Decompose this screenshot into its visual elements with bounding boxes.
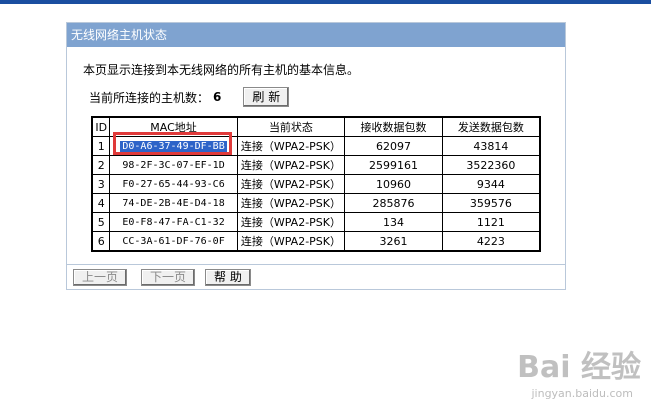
cell-id: 2: [91, 155, 111, 175]
table-row: 6 CC-3A-61-DF-76-0F 连接（WPA2-PSK） 3261 42…: [91, 231, 541, 252]
host-count-row: 当前所连接的主机数： 6 刷 新: [89, 87, 290, 107]
cell-status: 连接（WPA2-PSK）: [236, 155, 346, 175]
cell-id: 1: [91, 136, 111, 156]
cell-tx: 9344: [441, 174, 541, 194]
cell-tx: 1121: [441, 212, 541, 232]
column-header-mac: MAC地址: [109, 116, 238, 137]
table-header-row: ID MAC地址 当前状态 接收数据包数 发送数据包数: [91, 116, 541, 137]
cell-rx: 3261: [344, 231, 443, 252]
help-button[interactable]: 帮 助: [205, 269, 251, 286]
next-page-button[interactable]: 下一页: [141, 269, 196, 286]
cell-id: 3: [91, 174, 111, 194]
watermark-logo: Bai 经验: [517, 350, 641, 385]
cell-rx: 62097: [344, 136, 443, 156]
table-row: 5 E0-F8-47-FA-C1-32 连接（WPA2-PSK） 134 112…: [91, 212, 541, 232]
cell-id: 4: [91, 193, 111, 213]
panel-footer: 上一页 下一页 帮 助: [67, 264, 565, 289]
table-row: 3 F0-27-65-44-93-C6 连接（WPA2-PSK） 10960 9…: [91, 174, 541, 194]
column-header-status: 当前状态: [236, 116, 346, 137]
refresh-button[interactable]: 刷 新: [243, 87, 290, 107]
cell-id: 6: [91, 231, 111, 252]
cell-mac: 74-DE-2B-4E-D4-18: [109, 193, 238, 213]
host-table: ID MAC地址 当前状态 接收数据包数 发送数据包数 1 D0-A6-37-4…: [91, 116, 541, 252]
cell-status: 连接（WPA2-PSK）: [236, 193, 346, 213]
cell-rx: 134: [344, 212, 443, 232]
table-row: 2 98-2F-3C-07-EF-1D 连接（WPA2-PSK） 2599161…: [91, 155, 541, 175]
cell-rx: 285876: [344, 193, 443, 213]
column-header-tx: 发送数据包数: [441, 116, 541, 137]
cell-mac: CC-3A-61-DF-76-0F: [109, 231, 238, 252]
cell-rx: 10960: [344, 174, 443, 194]
table-row: 4 74-DE-2B-4E-D4-18 连接（WPA2-PSK） 285876 …: [91, 193, 541, 213]
top-accent-bar: [0, 0, 651, 4]
wireless-host-status-panel: 无线网络主机状态 本页显示连接到本无线网络的所有主机的基本信息。 当前所连接的主…: [66, 22, 566, 290]
panel-title: 无线网络主机状态: [67, 23, 565, 47]
column-header-rx: 接收数据包数: [344, 116, 443, 137]
column-header-id: ID: [91, 116, 111, 137]
cell-status: 连接（WPA2-PSK）: [236, 231, 346, 252]
selected-mac-text[interactable]: D0-A6-37-49-DF-BB: [120, 140, 227, 152]
cell-rx: 2599161: [344, 155, 443, 175]
cell-id: 5: [91, 212, 111, 232]
table-row: 1 D0-A6-37-49-DF-BB 连接（WPA2-PSK） 62097 4…: [91, 136, 541, 156]
cell-tx: 4223: [441, 231, 541, 252]
cell-status: 连接（WPA2-PSK）: [236, 174, 346, 194]
host-count-value: 6: [213, 90, 222, 104]
cell-mac: E0-F8-47-FA-C1-32: [109, 212, 238, 232]
cell-tx: 359576: [441, 193, 541, 213]
cell-status: 连接（WPA2-PSK）: [236, 212, 346, 232]
cell-mac: 98-2F-3C-07-EF-1D: [109, 155, 238, 175]
watermark-url: jingyan.baidu.com: [531, 387, 633, 400]
cell-tx: 43814: [441, 136, 541, 156]
page-description: 本页显示连接到本无线网络的所有主机的基本信息。: [83, 63, 360, 77]
host-count-label: 当前所连接的主机数：: [89, 90, 210, 105]
prev-page-button[interactable]: 上一页: [73, 269, 128, 286]
cell-mac: F0-27-65-44-93-C6: [109, 174, 238, 194]
cell-mac-selected[interactable]: D0-A6-37-49-DF-BB: [109, 136, 238, 156]
cell-status: 连接（WPA2-PSK）: [236, 136, 346, 156]
cell-tx: 3522360: [441, 155, 541, 175]
